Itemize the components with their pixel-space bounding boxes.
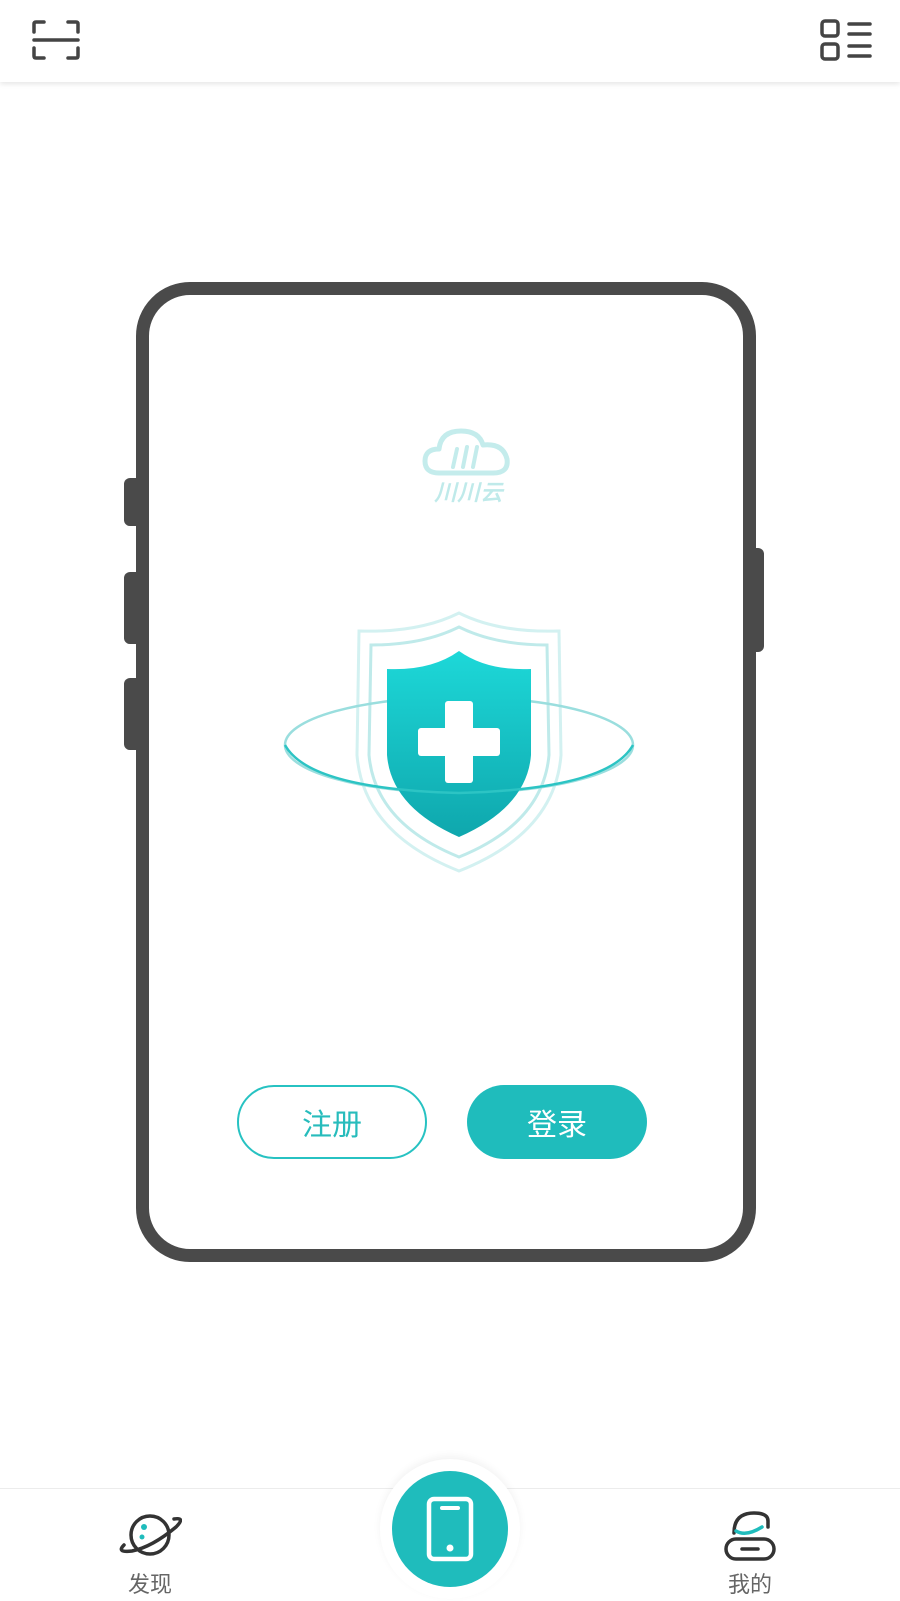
bottom-nav: 发现 我的 — [0, 1459, 900, 1601]
planet-icon — [119, 1514, 182, 1556]
nav-label-mine: 我的 — [727, 1573, 772, 1598]
device-illustration: 川川云 注册 登录 — [120, 282, 780, 1282]
cloud-icon — [422, 428, 510, 476]
menu-button[interactable] — [816, 10, 876, 70]
phone-icon — [426, 1496, 474, 1562]
login-button[interactable]: 登录 — [467, 1085, 647, 1159]
scan-button[interactable] — [26, 10, 86, 70]
top-bar — [0, 0, 900, 82]
grid-list-icon — [820, 19, 872, 61]
device-screen: 川川云 注册 登录 — [136, 282, 756, 1262]
brand-name: 川川云 — [434, 481, 504, 506]
brand-logo: 川川云 — [421, 423, 517, 507]
nav-item-device[interactable] — [392, 1471, 508, 1587]
shield-plus-icon — [283, 611, 635, 873]
profile-icon — [724, 1511, 776, 1561]
nav-item-mine[interactable]: 我的 — [690, 1489, 810, 1601]
register-button[interactable]: 注册 — [237, 1085, 427, 1159]
nav-item-discover[interactable]: 发现 — [90, 1489, 210, 1601]
scan-icon — [32, 20, 80, 60]
nav-label-discover: 发现 — [127, 1573, 172, 1598]
